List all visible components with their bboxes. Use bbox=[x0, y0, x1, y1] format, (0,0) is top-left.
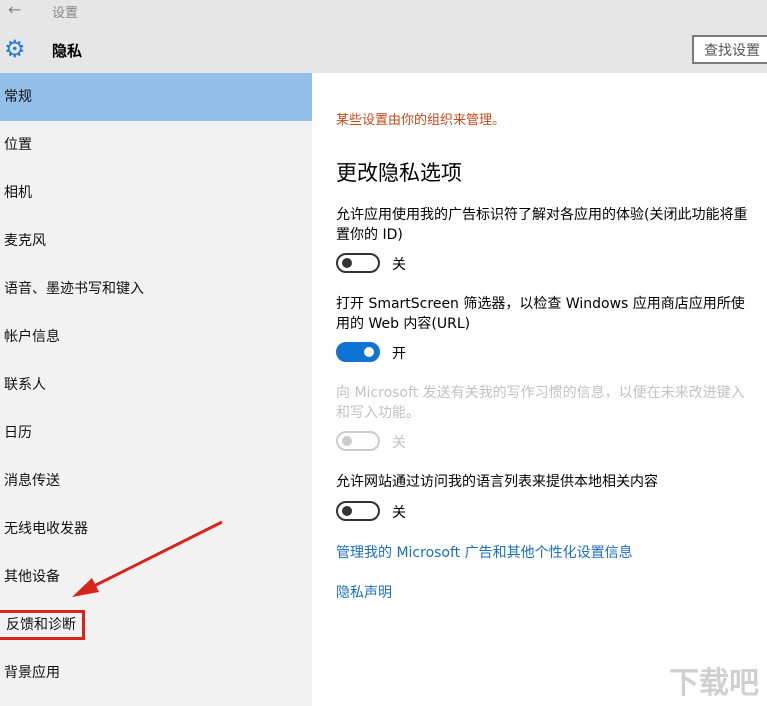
sidebar-item-feedback-diagnostics[interactable]: 反馈和诊断 bbox=[0, 601, 312, 649]
sidebar-item-background-apps[interactable]: 背景应用 bbox=[0, 649, 312, 697]
sidebar-item-microphone[interactable]: 麦克风 bbox=[0, 217, 312, 265]
section-heading: 更改隐私选项 bbox=[336, 161, 462, 185]
title-bar: ← 设置 ⚙ 隐私 查找设置 bbox=[0, 0, 767, 73]
sidebar-item-label: 无线电收发器 bbox=[4, 521, 88, 537]
setting-description: 打开 SmartScreen 筛选器，以检查 Windows 应用商店应用所使用… bbox=[336, 296, 745, 332]
language-list-toggle[interactable] bbox=[336, 501, 380, 521]
toggle-state: 关 bbox=[392, 505, 406, 521]
org-notice: 某些设置由你的组织来管理。 bbox=[336, 113, 506, 128]
toggle-state: 关 bbox=[392, 435, 406, 451]
sidebar-item-calendar[interactable]: 日历 bbox=[0, 409, 312, 457]
sidebar: 常规 位置 相机 麦克风 语音、墨迹书写和键入 帐户信息 联系人 日历 消息传送… bbox=[0, 73, 312, 706]
sidebar-item-location[interactable]: 位置 bbox=[0, 121, 312, 169]
smartscreen-toggle[interactable] bbox=[336, 342, 380, 362]
advertising-id-toggle[interactable] bbox=[336, 253, 380, 273]
sidebar-item-label: 其他设备 bbox=[4, 569, 60, 585]
sidebar-item-label: 麦克风 bbox=[4, 233, 46, 249]
sidebar-item-account-info[interactable]: 帐户信息 bbox=[0, 313, 312, 361]
sidebar-item-label: 位置 bbox=[4, 137, 32, 153]
sidebar-item-label: 联系人 bbox=[4, 377, 46, 393]
content-pane: 某些设置由你的组织来管理。 更改隐私选项 允许应用使用我的广告标识符了解对各应用… bbox=[312, 73, 767, 706]
sidebar-item-label: 常规 bbox=[4, 89, 32, 105]
sidebar-item-label: 日历 bbox=[4, 425, 32, 441]
sidebar-item-camera[interactable]: 相机 bbox=[0, 169, 312, 217]
sidebar-item-other-devices[interactable]: 其他设备 bbox=[0, 553, 312, 601]
sidebar-item-label: 反馈和诊断 bbox=[0, 610, 85, 640]
toggle-state: 关 bbox=[392, 257, 406, 273]
setting-description: 允许网站通过访问我的语言列表来提供本地相关内容 bbox=[336, 474, 658, 490]
toggle-state: 开 bbox=[392, 346, 406, 362]
sidebar-item-label: 消息传送 bbox=[4, 473, 60, 489]
back-arrow-icon[interactable]: ← bbox=[8, 0, 21, 19]
page-title: 隐私 bbox=[52, 42, 83, 60]
sidebar-item-messaging[interactable]: 消息传送 bbox=[0, 457, 312, 505]
sidebar-item-label: 语音、墨迹书写和键入 bbox=[4, 281, 144, 297]
setting-description: 允许应用使用我的广告标识符了解对各应用的体验(关闭此功能将重 置你的 ID) bbox=[336, 207, 748, 243]
sidebar-item-label: 相机 bbox=[4, 185, 32, 201]
sidebar-item-label: 帐户信息 bbox=[4, 329, 60, 345]
gear-icon: ⚙ bbox=[4, 35, 26, 63]
manage-ads-link[interactable]: 管理我的 Microsoft 广告和其他个性化设置信息 bbox=[336, 542, 633, 562]
setting-description: 向 Microsoft 发送有关我的写作习惯的信息，以便在未来改进键入 和写入功能… bbox=[336, 385, 745, 421]
privacy-statement-link[interactable]: 隐私声明 bbox=[336, 582, 392, 602]
sidebar-item-general[interactable]: 常规 bbox=[0, 73, 312, 121]
writing-habits-toggle[interactable] bbox=[336, 431, 380, 451]
sidebar-item-speech[interactable]: 语音、墨迹书写和键入 bbox=[0, 265, 312, 313]
watermark-logo: 下载吧 bbox=[669, 666, 759, 701]
sidebar-item-radios[interactable]: 无线电收发器 bbox=[0, 505, 312, 553]
app-title: 设置 bbox=[52, 6, 79, 21]
sidebar-item-contacts[interactable]: 联系人 bbox=[0, 361, 312, 409]
search-input[interactable]: 查找设置 bbox=[692, 35, 767, 64]
sidebar-item-label: 背景应用 bbox=[4, 665, 60, 681]
